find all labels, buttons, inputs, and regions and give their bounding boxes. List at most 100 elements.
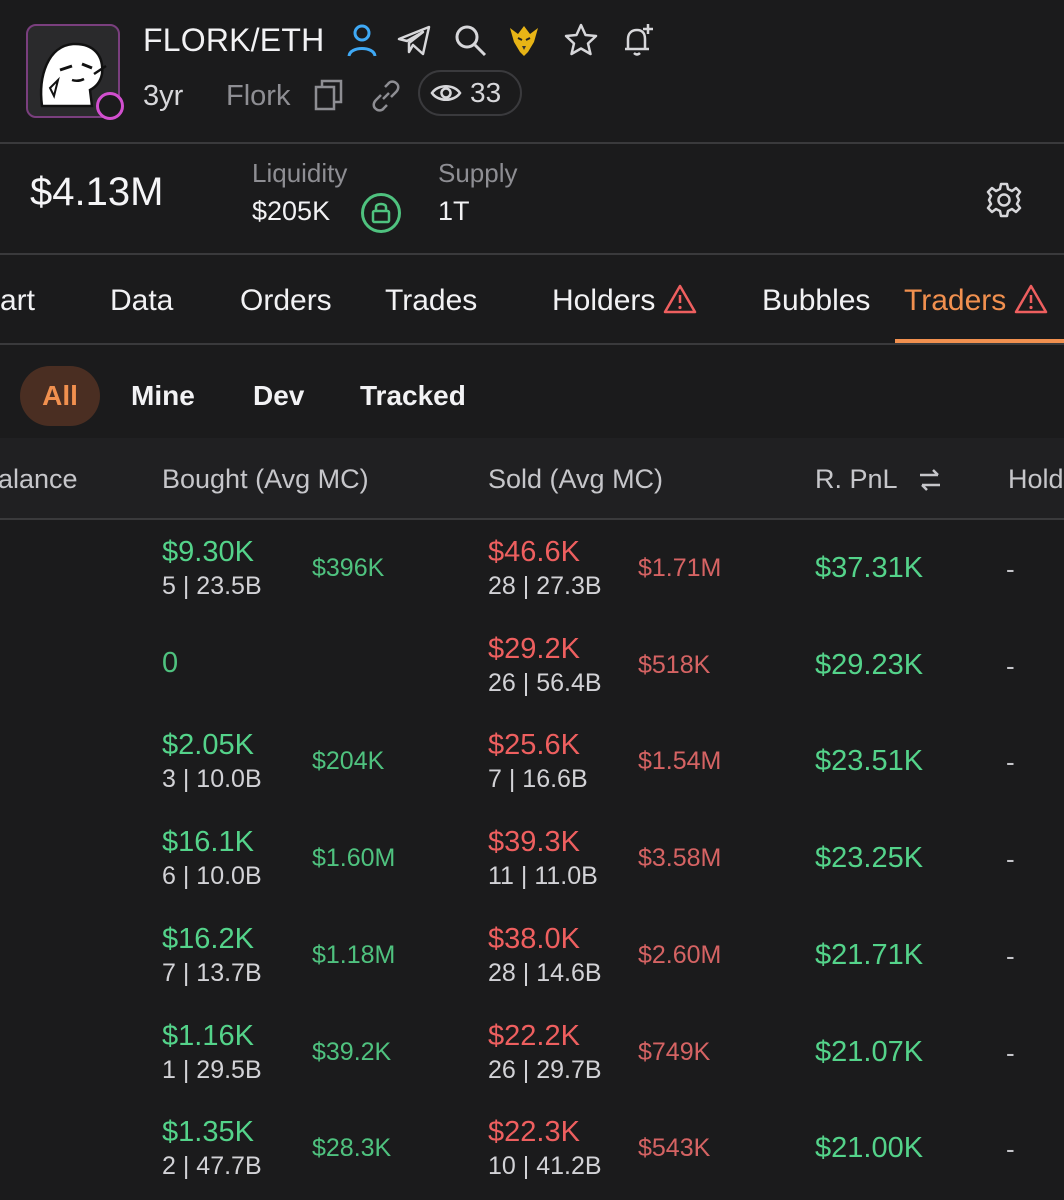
sold-avg-mc: $518K [638, 650, 711, 679]
tab-holders-label: Holders [552, 284, 656, 317]
sold-value: $46.6K [488, 536, 580, 568]
active-tab-indicator [895, 339, 1064, 343]
tab-orders[interactable]: Orders [240, 284, 332, 318]
views-badge: 33 [418, 70, 522, 116]
bought-count: 3 | 10.0B [162, 765, 262, 794]
token-logo[interactable] [26, 24, 124, 120]
hold-value: - [1006, 844, 1015, 875]
header-divider [0, 142, 1064, 144]
sold-value: $38.0K [488, 922, 580, 955]
bought-avg-mc: $1.18M [312, 940, 396, 969]
copy-icon[interactable] [312, 78, 346, 112]
table-row[interactable]: 0 $29.2K 26 | 56.4B $518K $29.23K - [0, 617, 1064, 714]
col-sold[interactable]: Sold (Avg MC) [488, 464, 663, 495]
table-row[interactable]: $9.30K 5 | 23.5B $396K $46.6K 28 | 27.3B $1.7… [0, 520, 1064, 617]
sold-value: $29.2K [488, 632, 580, 665]
eagle-icon[interactable] [506, 22, 542, 58]
sold-value: $22.3K [488, 1116, 580, 1149]
realized-pnl: $21.71K [815, 938, 924, 971]
sold-count: 28 | 27.3B [488, 572, 602, 600]
link-icon[interactable] [368, 78, 404, 114]
sold-count: 28 | 14.6B [488, 958, 602, 987]
sold-avg-mc: $3.58M [638, 844, 722, 873]
table-row[interactable]: $2.05K 3 | 10.0B $204K $25.6K 7 | 16.6B $1.54… [0, 713, 1064, 810]
sold-value: $39.3K [488, 826, 580, 859]
token-header: FLORK/ETH 3yr Flork 33 [0, 0, 1064, 140]
realized-pnl: $23.25K [815, 842, 924, 875]
col-hold[interactable]: Hold [1008, 464, 1064, 495]
bell-plus-icon[interactable] [620, 22, 656, 58]
hold-value: - [1006, 650, 1015, 681]
realized-pnl: $21.07K [815, 1035, 924, 1068]
supply-value: 1T [438, 196, 470, 226]
bought-avg-mc: $396K [312, 554, 385, 582]
bought-avg-mc: $28.3K [312, 1134, 392, 1163]
hold-value: - [1006, 1134, 1015, 1165]
market-cap: $4.13M [30, 170, 164, 214]
token-name: Flork [226, 80, 291, 112]
sold-count: 26 | 56.4B [488, 668, 602, 697]
swap-icon[interactable] [916, 466, 944, 494]
filter-dev[interactable]: Dev [253, 380, 304, 412]
tab-trades[interactable]: Trades [385, 284, 477, 318]
sold-count: 26 | 29.7B [488, 1055, 602, 1084]
bought-count: 1 | 29.5B [162, 1055, 262, 1084]
bought-count: 5 | 23.5B [162, 572, 262, 600]
filter-tracked[interactable]: Tracked [360, 380, 466, 412]
sold-count: 10 | 41.2B [488, 1152, 602, 1181]
bought-avg-mc: $39.2K [312, 1037, 392, 1066]
tab-data[interactable]: Data [110, 284, 173, 318]
sold-avg-mc: $1.71M [638, 554, 722, 582]
table-header: alance Bought (Avg MC) Sold (Avg MC) R. … [0, 438, 1064, 518]
sold-value: $22.2K [488, 1019, 580, 1052]
table-row[interactable]: $1.35K 2 | 47.7B $28.3K $22.3K 10 | 41.2B $54… [0, 1100, 1064, 1197]
hold-value: - [1006, 1037, 1015, 1068]
hold-value: - [1006, 747, 1015, 778]
col-bought[interactable]: Bought (Avg MC) [162, 464, 369, 495]
realized-pnl: $23.51K [815, 745, 924, 778]
chain-badge-icon [96, 92, 124, 120]
sold-count: 7 | 16.6B [488, 765, 588, 794]
bought-value: $16.1K [162, 826, 254, 859]
bought-count: 2 | 47.7B [162, 1152, 262, 1181]
sold-avg-mc: $543K [638, 1134, 711, 1163]
lock-icon [361, 193, 401, 233]
bought-value: 0 [162, 646, 179, 679]
filter-mine[interactable]: Mine [131, 380, 195, 412]
hold-value: - [1006, 940, 1015, 971]
sold-avg-mc: $749K [638, 1037, 711, 1066]
bought-avg-mc: $1.60M [312, 844, 396, 873]
realized-pnl: $37.31K [815, 552, 924, 584]
table-row[interactable]: $1.16K 1 | 29.5B $39.2K $22.2K 26 | 29.7B $74… [0, 1004, 1064, 1101]
views-count: 33 [470, 77, 502, 108]
sold-count: 11 | 11.0B [488, 862, 598, 891]
bought-avg-mc: $204K [312, 747, 385, 776]
tab-holders[interactable]: Holders [552, 284, 697, 318]
bought-value: $1.16K [162, 1019, 254, 1052]
liquidity-value: $205K [252, 196, 331, 226]
sold-avg-mc: $1.54M [638, 747, 722, 776]
bought-value: $16.2K [162, 922, 254, 955]
warning-icon [1015, 284, 1048, 314]
tab-bubbles[interactable]: Bubbles [762, 284, 870, 318]
col-balance[interactable]: alance [0, 464, 78, 495]
user-icon[interactable] [344, 22, 380, 58]
tab-traders-label: Traders [904, 284, 1007, 317]
realized-pnl: $29.23K [815, 648, 924, 681]
table-row[interactable]: $16.2K 7 | 13.7B $1.18M $38.0K 28 | 14.6B $2.… [0, 907, 1064, 1004]
col-rpnl[interactable]: R. PnL [815, 464, 898, 495]
filter-all[interactable]: All [20, 366, 100, 426]
eye-icon [430, 85, 462, 101]
table-row[interactable]: $16.1K 6 | 10.0B $1.60M $39.3K 11 | 11.0B $3.… [0, 810, 1064, 907]
gear-icon[interactable] [984, 180, 1024, 220]
bought-count: 6 | 10.0B [162, 862, 262, 891]
hold-value: - [1006, 554, 1015, 584]
tab-chart[interactable]: art [0, 284, 35, 318]
search-icon[interactable] [452, 22, 488, 58]
token-age: 3yr [143, 80, 184, 112]
tab-traders[interactable]: Traders [904, 284, 1048, 318]
realized-pnl: $21.00K [815, 1132, 924, 1165]
liquidity-label: Liquidity [252, 158, 348, 188]
star-icon[interactable] [563, 22, 599, 58]
telegram-icon[interactable] [396, 22, 432, 58]
